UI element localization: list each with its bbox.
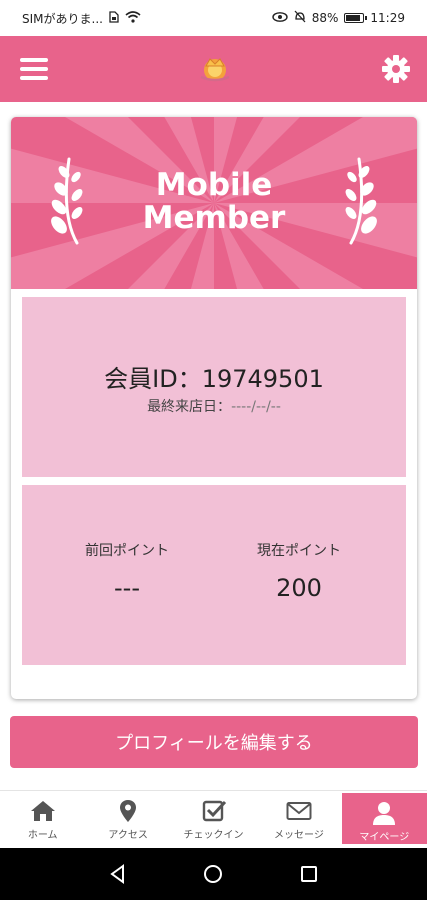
- current-points: 現在ポイント 200: [204, 540, 394, 602]
- member-id-panel: 会員ID：19749501 最終来店日：----/--/--: [22, 297, 406, 477]
- wifi-icon: [125, 10, 141, 26]
- nav-label-checkin: チェックイン: [183, 830, 244, 841]
- last-visit: 最終来店日：----/--/--: [147, 396, 281, 416]
- member-card: Mobile Member 会員ID：19749501 最終来店日：----/-…: [11, 117, 417, 699]
- bottom-nav: ホーム アクセス チェックイン メッセージ マイページ: [0, 790, 427, 848]
- battery-percent: 88%: [311, 11, 339, 25]
- card-header: Mobile Member: [11, 117, 417, 289]
- last-visit-value: ----/--/--: [231, 398, 281, 415]
- nav-item-home[interactable]: ホーム: [0, 791, 85, 848]
- gear-icon[interactable]: [381, 54, 411, 84]
- nav-item-access[interactable]: アクセス: [85, 791, 170, 848]
- sim-card-icon: [109, 10, 119, 26]
- app-bar: [0, 36, 427, 102]
- current-points-label: 現在ポイント: [257, 543, 341, 559]
- laurel-right-icon: [345, 157, 377, 245]
- mute-bell-icon: [294, 10, 306, 26]
- member-id-label: 会員ID：: [104, 364, 202, 393]
- current-points-value: 200: [276, 574, 322, 602]
- previous-points-label: 前回ポイント: [85, 543, 169, 559]
- edit-profile-button[interactable]: プロフィールを編集する: [10, 716, 418, 768]
- envelope-icon: [286, 802, 312, 820]
- nav-item-mypage[interactable]: マイページ: [341, 793, 427, 844]
- home-circle-icon[interactable]: [202, 863, 224, 885]
- status-left: SIMがありま...: [22, 10, 141, 27]
- last-visit-label: 最終来店日：: [147, 398, 232, 415]
- battery-icon: [344, 13, 368, 23]
- member-id-value: 19749501: [201, 364, 324, 393]
- clock-time: 11:29: [370, 11, 405, 25]
- status-right: 88% 11:29: [272, 10, 405, 26]
- status-bar: SIMがありま... 88% 11:29: [0, 0, 427, 36]
- nav-label-mypage: マイページ: [359, 832, 410, 843]
- nav-label-home: ホーム: [27, 830, 58, 841]
- hamburger-menu-icon[interactable]: [20, 58, 48, 80]
- member-id: 会員ID：19749501: [104, 359, 324, 394]
- nav-label-access: アクセス: [108, 830, 148, 841]
- eye-icon: [272, 11, 288, 26]
- back-icon[interactable]: [107, 863, 129, 885]
- system-nav-bar: [0, 848, 427, 900]
- previous-points: 前回ポイント ---: [32, 540, 222, 602]
- checkbox-icon: [202, 800, 226, 822]
- recents-icon[interactable]: [298, 863, 320, 885]
- nav-item-message[interactable]: メッセージ: [256, 791, 341, 848]
- user-icon: [373, 802, 396, 825]
- nav-label-message: メッセージ: [274, 830, 324, 841]
- points-panel: 前回ポイント --- 現在ポイント 200: [22, 485, 406, 665]
- previous-points-value: ---: [114, 574, 140, 602]
- carrier-text: SIMがありま...: [22, 11, 103, 26]
- home-icon: [30, 801, 55, 821]
- crown-logo-icon[interactable]: [195, 53, 235, 85]
- nav-item-checkin[interactable]: チェックイン: [171, 791, 256, 848]
- map-pin-icon: [120, 800, 137, 822]
